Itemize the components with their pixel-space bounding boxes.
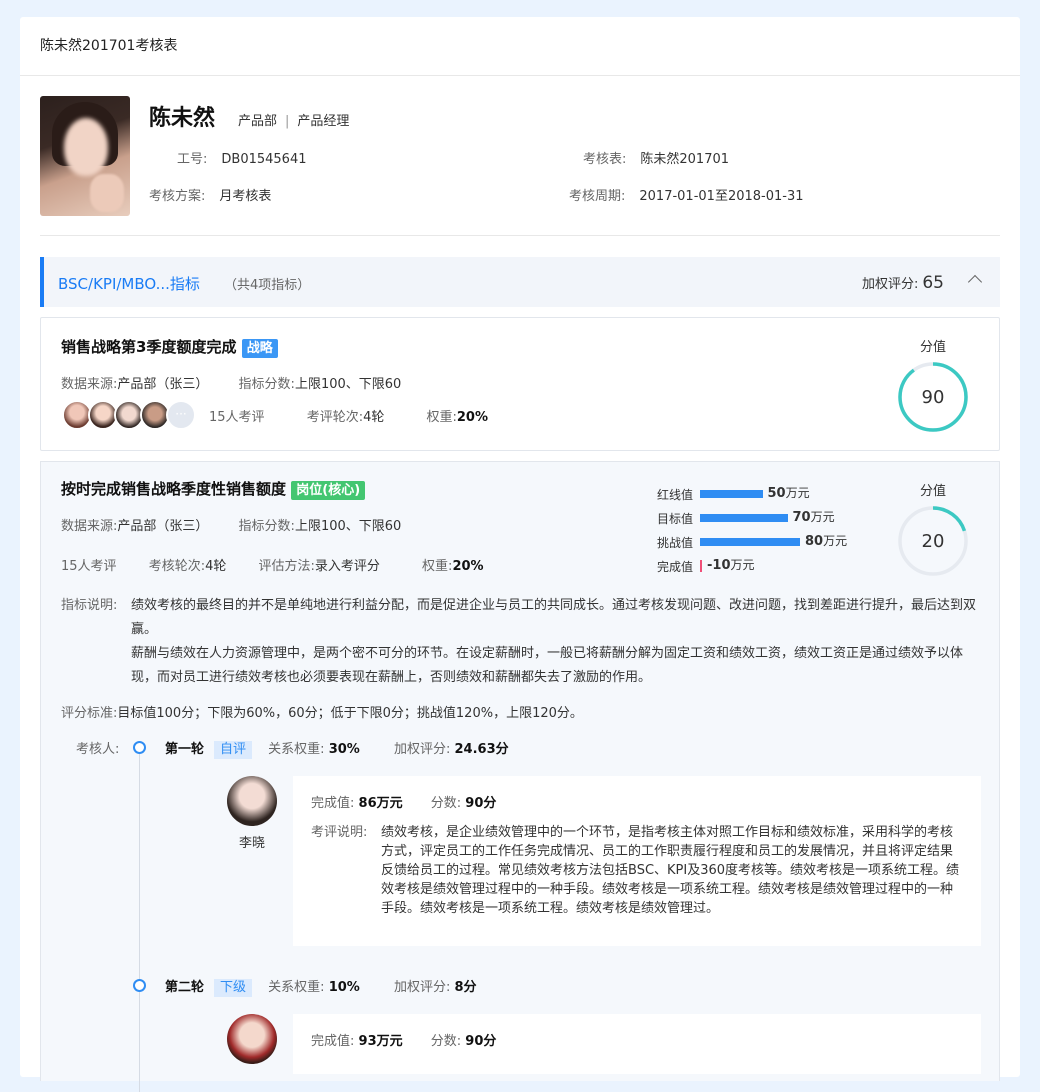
round-1-header: 第一轮 自评 关系权重: 30% 加权评分: 24.63分 [165, 741, 509, 759]
more-icon[interactable]: ··· [166, 400, 196, 430]
round-2-comment: 完成值: 93万元 分数: 90分 [293, 1014, 981, 1074]
bar-fill [700, 538, 800, 546]
avatar [227, 1014, 277, 1064]
indicator-title: 销售战略第3季度额度完成 战略 [61, 336, 278, 358]
indicator-card-2[interactable]: 按时完成销售战略季度性销售额度 岗位(核心) 数据来源:产品部（张三） 指标分数… [40, 461, 1000, 1092]
assessment-period: 考核周期: 2017-01-01至2018-01-31 [569, 189, 804, 204]
chevron-up-icon[interactable] [967, 274, 983, 290]
section-title: BSC/KPI/MBO...指标 [58, 275, 200, 293]
bar-value: -10万元 [707, 558, 755, 573]
indicator-score: 分值 20 [897, 480, 969, 581]
bar-value: 50万元 [767, 486, 810, 501]
employee-id: 工号: DB01545641 [177, 152, 307, 167]
employee-name: 陈未然 [149, 106, 216, 131]
target-bars: 红线值 50万元目标值 70万元挑战值 80万元完成值 -10万元 [657, 484, 857, 580]
reviewer-label: 考核人: [76, 742, 120, 757]
score-value: 20 [922, 531, 945, 552]
timeline-dot [133, 979, 146, 992]
assessment-plan: 考核方案: 月考核表 [149, 189, 272, 204]
indicator-meta: 数据来源:产品部（张三） 指标分数:上限100、下限60 [61, 377, 402, 392]
bar-row: 挑战值 80万元 [657, 532, 857, 556]
bar-label: 挑战值 [657, 536, 694, 550]
avatar [227, 776, 277, 826]
reviewer-1[interactable]: 李晓 [224, 776, 280, 851]
indicator-score: 分值 90 [897, 336, 969, 437]
score-ring: 20 [898, 506, 968, 576]
page-title: 陈未然201701考核表 [20, 17, 1020, 76]
indicator-review-info: 15人考评 考核轮次:4轮 评估方法:录入考评分 权重:20% [61, 559, 484, 574]
score-value: 90 [922, 387, 945, 408]
round-1-comment: 完成值: 86万元 分数: 90分 考评说明: 绩效考核，是企业绩效管理中的一个… [293, 776, 981, 946]
assessment-card: 陈未然201701考核表 陈未然 产品部 | 产品经理 工号: DB01545641 … [20, 17, 1020, 1092]
indicator-title: 按时完成销售战略季度性销售额度 岗位(核心) [61, 478, 366, 500]
indicator-card-1[interactable]: 销售战略第3季度额度完成 战略 数据来源:产品部（张三） 指标分数:上限100、… [40, 317, 1000, 451]
bar-label: 完成值 [657, 560, 694, 574]
score-ring: 90 [898, 362, 968, 432]
section-count: （共4项指标） [224, 278, 311, 293]
indicator-review-info: 15人考评 考评轮次:4轮 权重:20% [209, 410, 489, 425]
indicator-tag: 战略 [241, 339, 278, 358]
indicator-meta: 数据来源:产品部（张三） 指标分数:上限100、下限60 [61, 519, 402, 534]
indicator-description: 指标说明: 绩效考核的最终目的并不是单纯地进行利益分配，而是促进企业与员工的共同… [61, 598, 977, 685]
bar-value: 80万元 [805, 534, 848, 549]
bar-fill [700, 514, 788, 522]
section-weighted-score: 加权评分: 65 [861, 273, 944, 293]
scoring-criteria: 评分标准:目标值100分；下限为60%，60分；低于下限0分；挑战值120%，上… [61, 706, 583, 721]
assessment-sheet: 考核表: 陈未然201701 [583, 152, 730, 167]
bar-fill [700, 490, 763, 498]
bar-label: 红线值 [657, 488, 694, 502]
bar-fill [700, 560, 702, 572]
indicator-section-header[interactable]: BSC/KPI/MBO...指标 （共4项指标） 加权评分: 65 [40, 257, 1000, 307]
timeline [139, 752, 140, 1092]
bar-row: 完成值 -10万元 [657, 556, 857, 580]
bar-row: 目标值 70万元 [657, 508, 857, 532]
timeline-dot [133, 741, 146, 754]
employee-dept: 产品部 | 产品经理 [238, 114, 350, 129]
round-2-header: 第二轮 下级 关系权重: 10% 加权评分: 8分 [165, 979, 477, 997]
bar-row: 红线值 50万元 [657, 484, 857, 508]
profile-photo [40, 96, 130, 216]
profile-section: 陈未然 产品部 | 产品经理 工号: DB01545641 考核方案: 月考核表 考核表… [40, 76, 1000, 236]
bar-label: 目标值 [657, 512, 694, 526]
indicator-tag: 岗位(核心) [291, 481, 366, 500]
reviewer-2[interactable] [224, 1014, 280, 1070]
bar-value: 70万元 [792, 510, 835, 525]
